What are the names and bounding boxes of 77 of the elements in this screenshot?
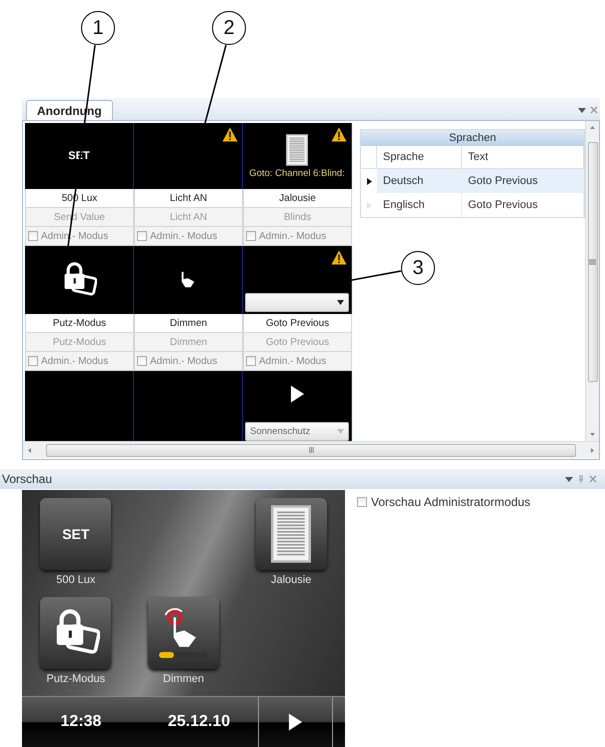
blinds-icon [286,134,308,166]
scroll-right-icon[interactable] [590,448,595,452]
checkbox[interactable] [28,231,38,241]
dropdown-icon[interactable] [565,475,573,483]
tile-subtitle: Licht AN [134,208,243,227]
panel-title: Vorschau [2,472,52,486]
device-button[interactable]: SET [40,498,112,570]
device-button[interactable] [40,597,112,670]
tile-preview[interactable] [134,371,243,441]
callout-number: 2 [212,11,246,45]
checkbox-label: Admin.- Modus [259,356,326,366]
device-button[interactable] [256,498,327,570]
button-icon-text: SET [62,526,90,542]
button-label: 500 Lux [56,574,96,586]
blinds-icon [271,505,312,563]
caret-icon[interactable] [337,300,344,305]
warning-icon [331,127,347,142]
combo-value: Sonnenschutz [250,426,310,437]
tile-preview[interactable] [25,246,134,314]
pin-icon[interactable] [577,475,585,483]
horizontal-scrollbar[interactable] [23,441,599,458]
dropdown-icon[interactable] [578,106,586,114]
scroll-down-icon[interactable] [590,432,596,437]
button-label: Dimmen [163,673,204,686]
tile-name: Goto Previous [243,314,352,333]
time-text: 12:38 [60,713,102,732]
date-text: 25.12.10 [168,713,230,732]
tile-preview[interactable] [25,371,134,441]
row-marker-icon [366,178,372,184]
checkbox-label: Admin.- Modus [259,230,326,242]
play-icon [288,712,303,732]
tile-name: Jalousie [243,189,352,208]
checkbox[interactable] [137,231,147,241]
tile-subtitle: Putz-Modus [25,333,134,352]
tile-name: Licht AN [134,189,243,208]
table-title: Sprachen [361,130,584,146]
tile-preview[interactable] [243,246,352,314]
grip-icon [589,259,596,265]
table-cell[interactable]: Goto Previous [462,193,584,217]
close-icon[interactable] [590,106,598,114]
warning-icon [331,250,347,265]
checkbox[interactable] [357,497,367,507]
checkbox-label: Admin.- Modus [41,356,108,366]
tile-preview[interactable] [134,123,243,189]
grip-icon [308,447,314,453]
vertical-scrollbar[interactable] [585,121,599,441]
tile-preview[interactable] [134,246,243,314]
checkbox-label: Vorschau Administratormodus [371,495,530,509]
checkbox-label: Admin.- Modus [150,230,218,242]
header-cell [361,146,377,169]
table-cell[interactable]: Englisch [377,193,462,217]
checkbox[interactable] [28,356,38,366]
tile-subtitle: Dimmen [134,333,243,352]
scroll-left-icon[interactable] [27,448,32,452]
tile-name: Putz-Modus [25,314,134,333]
tile-subtitle: Blinds [243,208,352,227]
table-cell[interactable]: Goto Previous [462,169,584,193]
checkbox[interactable] [246,356,256,366]
row-marker-icon [366,202,372,208]
play-icon [290,384,304,404]
close-icon[interactable] [589,475,597,483]
play-button[interactable] [258,697,333,747]
button-label: Putz-Modus [46,673,106,686]
tile-subtitle: Goto Previous [243,333,352,352]
tile-preview[interactable]: Goto: Channel 6:Blind: [243,123,352,189]
checkbox-label: Admin.- Modus [150,356,218,366]
checkbox[interactable] [137,356,147,366]
scroll-up-icon[interactable] [590,125,596,130]
checkbox[interactable] [246,231,256,241]
pointing-hand-icon [179,271,197,289]
tile-name: Dimmen [134,314,243,333]
tile-caption: Goto: Channel 6:Blind: [249,168,345,178]
table-cell[interactable]: Deutsch [377,169,462,193]
callout-number: 1 [81,11,115,45]
button-label: Jalousie [270,574,312,586]
warning-icon [222,127,238,142]
device-button[interactable] [148,597,219,670]
